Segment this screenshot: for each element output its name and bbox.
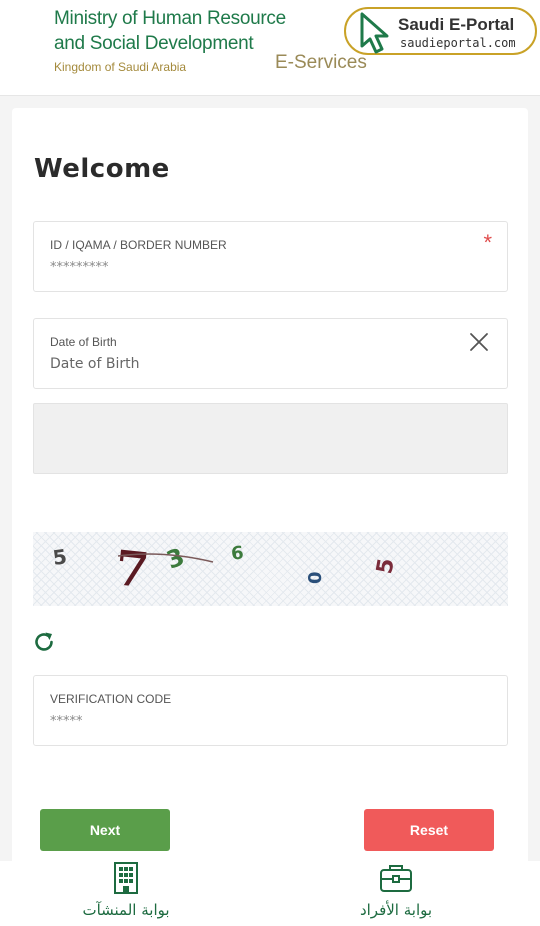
- dob-field-label: Date of Birth: [50, 335, 117, 349]
- ministry-name-line1: Ministry of Human Resource: [54, 8, 286, 29]
- required-marker: *: [483, 230, 492, 255]
- header: Ministry of Human Resource and Social De…: [0, 0, 540, 96]
- captcha-digit: 0: [305, 571, 326, 584]
- date-of-birth-field[interactable]: Date of Birth Date of Birth: [33, 318, 508, 389]
- close-icon[interactable]: [469, 332, 489, 352]
- captcha-image: 5 7 3 6 0 5: [33, 532, 508, 606]
- building-icon: [114, 862, 138, 894]
- portal-title: Saudi E-Portal: [398, 15, 515, 34]
- ministry-country: Kingdom of Saudi Arabia: [54, 60, 187, 74]
- briefcase-icon: [380, 865, 412, 892]
- reset-button[interactable]: Reset: [364, 809, 494, 851]
- ministry-logo: Ministry of Human Resource and Social De…: [54, 6, 286, 74]
- captcha-digit: 6: [230, 542, 245, 564]
- portal-url: saudieportal.com: [400, 36, 516, 50]
- bottom-navigation: بوابة المنشآت بوابة الأفراد: [0, 861, 540, 926]
- nav-individuals-label: بوابة الأفراد: [359, 901, 433, 919]
- id-field-placeholder[interactable]: *********: [50, 260, 109, 275]
- refresh-icon[interactable]: [32, 630, 56, 654]
- login-card: Welcome ID / IQAMA / BORDER NUMBER *****…: [12, 108, 528, 868]
- eservices-label: E-Services: [275, 52, 367, 73]
- captcha-digit: 5: [372, 557, 399, 576]
- id-field-label: ID / IQAMA / BORDER NUMBER: [50, 238, 227, 252]
- empty-placeholder-box: [33, 403, 508, 474]
- dob-field-placeholder[interactable]: Date of Birth: [50, 356, 139, 372]
- verification-field-placeholder[interactable]: *****: [50, 714, 83, 729]
- nav-establishments-portal[interactable]: بوابة المنشآت: [26, 861, 226, 926]
- captcha-digit: 3: [163, 543, 188, 575]
- captcha-digit: 5: [51, 544, 68, 570]
- captcha-digit: 7: [112, 540, 151, 599]
- ministry-name-line2: and Social Development: [54, 33, 254, 54]
- verification-code-field[interactable]: VERIFICATION CODE *****: [33, 675, 508, 746]
- nav-individuals-portal[interactable]: بوابة الأفراد: [296, 861, 496, 926]
- next-button[interactable]: Next: [40, 809, 170, 851]
- saudi-eportal-badge: Saudi E-Portal saudieportal.com: [344, 7, 537, 55]
- page-title: Welcome: [34, 154, 170, 184]
- id-field[interactable]: ID / IQAMA / BORDER NUMBER ********* *: [33, 221, 508, 292]
- nav-establishments-label: بوابة المنشآت: [82, 901, 170, 919]
- captcha-digits: 5 7 3 6 0 5: [51, 540, 399, 599]
- verification-field-label: VERIFICATION CODE: [50, 692, 172, 706]
- cursor-icon: [360, 12, 389, 54]
